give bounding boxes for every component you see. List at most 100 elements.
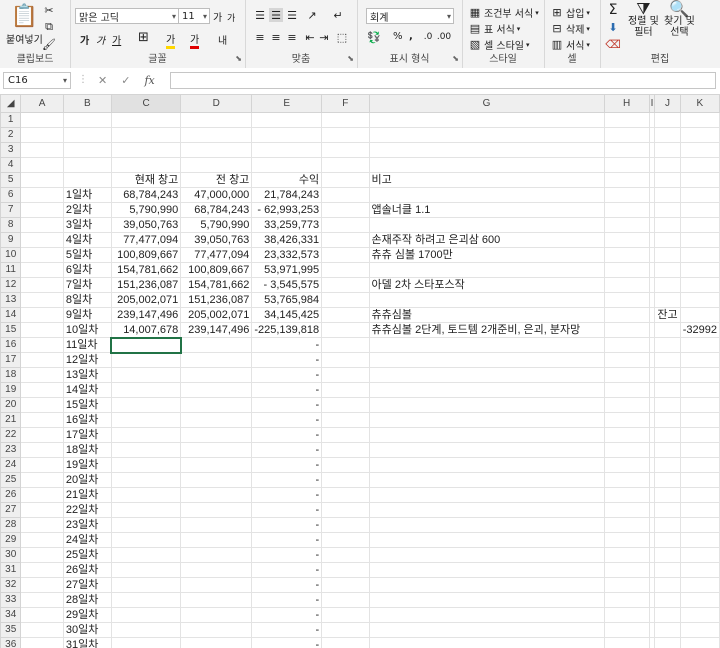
cell-C30[interactable] xyxy=(110,547,182,563)
paste-button[interactable]: 📋 붙여넣기 xyxy=(6,4,43,46)
cell-G28[interactable] xyxy=(368,517,605,533)
cell-D3[interactable] xyxy=(180,142,253,158)
conditional-format-button[interactable]: ▦ 조건부 서식 ▾ xyxy=(468,5,539,20)
cell-J2[interactable] xyxy=(654,127,681,143)
cell-H3[interactable] xyxy=(603,142,650,158)
cell-C31[interactable] xyxy=(110,562,182,578)
cell-E8[interactable]: 33,259,773 xyxy=(251,217,323,233)
cell-J33[interactable] xyxy=(654,592,681,608)
wrap-text-icon[interactable]: ↵ xyxy=(331,8,345,22)
cell-C32[interactable] xyxy=(110,577,182,593)
cell-E6[interactable]: 21,784,243 xyxy=(251,187,323,203)
cell-A15[interactable] xyxy=(20,322,64,338)
cell-E17[interactable]: - xyxy=(251,352,323,368)
align-middle-icon[interactable]: ☰ xyxy=(269,8,283,22)
row-header[interactable]: 16 xyxy=(0,337,22,353)
cell-E29[interactable]: - xyxy=(251,532,323,548)
cell-A14[interactable] xyxy=(20,307,64,323)
row-header[interactable]: 33 xyxy=(0,592,22,608)
cell-K31[interactable] xyxy=(679,562,720,578)
cell-D33[interactable] xyxy=(180,592,253,608)
font-name-select[interactable]: 맑은 고딕 ▾ xyxy=(75,8,179,24)
cell-K2[interactable] xyxy=(679,127,720,143)
cell-A7[interactable] xyxy=(20,202,64,218)
cell-F34[interactable] xyxy=(321,607,370,623)
column-header[interactable]: A xyxy=(20,94,64,113)
cell-K23[interactable] xyxy=(679,442,720,458)
column-header[interactable]: G xyxy=(368,94,605,113)
cell-D11[interactable]: 100,809,667 xyxy=(180,262,253,278)
cell-D21[interactable] xyxy=(180,412,253,428)
fill-icon[interactable]: ⬇ xyxy=(606,20,620,34)
cell-K16[interactable] xyxy=(679,337,720,353)
cell-D29[interactable] xyxy=(180,532,253,548)
cell-F17[interactable] xyxy=(321,352,370,368)
cell-J26[interactable] xyxy=(654,487,681,503)
cell-C26[interactable] xyxy=(110,487,182,503)
cell-K1[interactable] xyxy=(679,112,720,128)
cell-B9[interactable]: 4일차 xyxy=(62,232,112,248)
cell-H28[interactable] xyxy=(603,517,650,533)
cell-E5[interactable]: 수익 xyxy=(251,172,323,188)
cell-E27[interactable]: - xyxy=(251,502,323,518)
cell-K25[interactable] xyxy=(679,472,720,488)
row-header[interactable]: 7 xyxy=(0,202,22,218)
cell-E2[interactable] xyxy=(251,127,323,143)
cell-G16[interactable] xyxy=(368,337,605,353)
cell-C11[interactable]: 154,781,662 xyxy=(110,262,182,278)
column-header[interactable]: B xyxy=(62,94,112,113)
cell-A10[interactable] xyxy=(20,247,64,263)
cell-K7[interactable] xyxy=(679,202,720,218)
format-painter-icon[interactable]: 🖌 xyxy=(42,37,56,51)
row-header[interactable]: 10 xyxy=(0,247,22,263)
cell-B29[interactable]: 24일차 xyxy=(62,532,112,548)
cell-C22[interactable] xyxy=(110,427,182,443)
cell-A29[interactable] xyxy=(20,532,64,548)
cell-H31[interactable] xyxy=(603,562,650,578)
cell-E9[interactable]: 38,426,331 xyxy=(251,232,323,248)
cell-H15[interactable] xyxy=(603,322,650,338)
cell-K21[interactable] xyxy=(679,412,720,428)
cell-F6[interactable] xyxy=(321,187,370,203)
cell-K26[interactable] xyxy=(679,487,720,503)
cell-J11[interactable] xyxy=(654,262,681,278)
number-dialog-launcher-icon[interactable]: ⬊ xyxy=(452,54,459,63)
cell-K19[interactable] xyxy=(679,382,720,398)
cell-J31[interactable] xyxy=(654,562,681,578)
cell-E24[interactable]: - xyxy=(251,457,323,473)
cell-E4[interactable] xyxy=(251,157,323,173)
cell-A32[interactable] xyxy=(20,577,64,593)
cell-G4[interactable] xyxy=(368,157,605,173)
cell-C33[interactable] xyxy=(110,592,182,608)
cell-E7[interactable]: - 62,993,253 xyxy=(251,202,323,218)
cell-G27[interactable] xyxy=(368,502,605,518)
cell-H10[interactable] xyxy=(603,247,650,263)
find-select-button[interactable]: 🔍 찾기 및 선택 xyxy=(664,1,695,39)
cell-B6[interactable]: 1일차 xyxy=(62,187,112,203)
cell-B17[interactable]: 12일차 xyxy=(62,352,112,368)
row-header[interactable]: 21 xyxy=(0,412,22,428)
cell-C23[interactable] xyxy=(110,442,182,458)
row-header[interactable]: 20 xyxy=(0,397,22,413)
cell-D10[interactable]: 77,477,094 xyxy=(180,247,253,263)
cell-D19[interactable] xyxy=(180,382,253,398)
cell-G13[interactable] xyxy=(368,292,605,308)
cell-J14[interactable]: 잔고 xyxy=(654,307,681,323)
cell-D24[interactable] xyxy=(180,457,253,473)
row-header[interactable]: 28 xyxy=(0,517,22,533)
cell-J8[interactable] xyxy=(654,217,681,233)
cell-A2[interactable] xyxy=(20,127,64,143)
cell-K36[interactable] xyxy=(679,637,720,648)
cell-C29[interactable] xyxy=(110,532,182,548)
row-header[interactable]: 36 xyxy=(0,637,22,648)
cell-G9[interactable]: 손재주작 하려고 은괴삼 600 xyxy=(368,232,605,248)
cell-E28[interactable]: - xyxy=(251,517,323,533)
cell-G10[interactable]: 츄츄 심볼 1700만 xyxy=(368,247,605,263)
formula-input[interactable] xyxy=(170,72,716,89)
cell-G17[interactable] xyxy=(368,352,605,368)
cell-A6[interactable] xyxy=(20,187,64,203)
cell-E22[interactable]: - xyxy=(251,427,323,443)
cell-D34[interactable] xyxy=(180,607,253,623)
cell-A20[interactable] xyxy=(20,397,64,413)
cell-D6[interactable]: 47,000,000 xyxy=(180,187,253,203)
